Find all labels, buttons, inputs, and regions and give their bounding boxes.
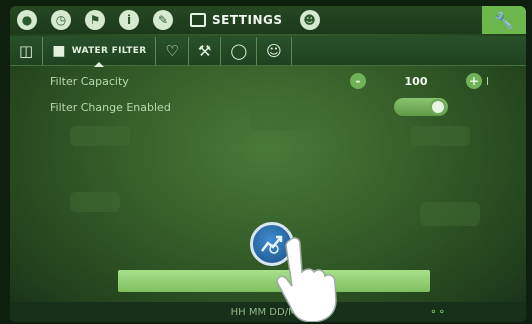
dial-icon: ◯	[230, 41, 248, 60]
status-footer: HH MM DD/MM ⚬⚬	[10, 302, 526, 322]
subtab-containers[interactable]: ◫	[10, 36, 44, 65]
settings-tab-label: SETTINGS	[212, 13, 283, 27]
nav-info-button[interactable]: i	[112, 7, 146, 33]
faded-background-shape	[420, 202, 480, 226]
decrement-button[interactable]: -	[350, 73, 366, 89]
wrench-icon: ⚒	[197, 41, 212, 60]
faded-background-shape	[250, 106, 310, 130]
user-icon: ☻	[299, 10, 320, 30]
filter-capacity-unit: l	[486, 74, 490, 88]
status-icons: ⚬⚬	[429, 306, 446, 318]
device-screen: ● ◷ ⚑ i ✎ SETTINGS ☻ 🔧 ◫ ■ WATER FILTER …	[10, 6, 526, 322]
subtab-tools[interactable]: ⚒	[189, 36, 222, 65]
subtab-dial[interactable]: ◯	[221, 36, 258, 65]
clock-icon: ◷	[51, 10, 71, 30]
filter-capacity-stepper: - 100 + l	[350, 73, 489, 89]
filter-capacity-value: 100	[404, 74, 428, 88]
settings-subtabs: ◫ ■ WATER FILTER ♡ ⚒ ◯ ☺	[10, 36, 526, 67]
subtab-water-filter[interactable]: ■ WATER FILTER	[43, 36, 157, 67]
settings-icon	[190, 13, 206, 27]
brush-icon: ♡	[165, 41, 179, 60]
nav-user-button[interactable]: ☻	[293, 7, 327, 33]
flag-icon: ⚑	[85, 10, 105, 30]
increment-button[interactable]: +	[466, 73, 482, 89]
pointing-hand-icon	[276, 237, 337, 322]
filter-capacity-row: Filter Capacity - 100 + l	[50, 70, 490, 92]
user-settings-icon: ☺	[266, 41, 282, 60]
nav-droplet-button[interactable]: ●	[10, 7, 44, 33]
nav-flag-button[interactable]: ⚑	[78, 7, 112, 33]
filter-icon: ■	[52, 42, 66, 59]
wrench-icon: 🔧	[494, 10, 514, 30]
info-icon: i	[119, 10, 139, 30]
droplet-icon: ●	[17, 10, 37, 30]
subtab-user-settings[interactable]: ☺	[257, 36, 292, 65]
nav-pencil-button[interactable]: ✎	[146, 7, 180, 33]
tab-settings[interactable]: SETTINGS	[180, 7, 293, 33]
nav-clock-button[interactable]: ◷	[44, 7, 78, 33]
faded-background-shape	[70, 192, 120, 212]
pencil-icon: ✎	[153, 10, 173, 30]
subtab-brush[interactable]: ♡	[156, 36, 189, 65]
faded-background-shape	[70, 126, 130, 146]
service-button[interactable]: 🔧	[482, 6, 526, 34]
filter-change-toggle[interactable]	[394, 98, 448, 116]
top-navigation: ● ◷ ⚑ i ✎ SETTINGS ☻ 🔧	[10, 6, 526, 34]
toggle-knob	[430, 99, 446, 115]
subtab-water-filter-label: WATER FILTER	[71, 45, 147, 56]
faded-background-shape	[410, 126, 470, 146]
containers-icon: ◫	[19, 41, 34, 60]
